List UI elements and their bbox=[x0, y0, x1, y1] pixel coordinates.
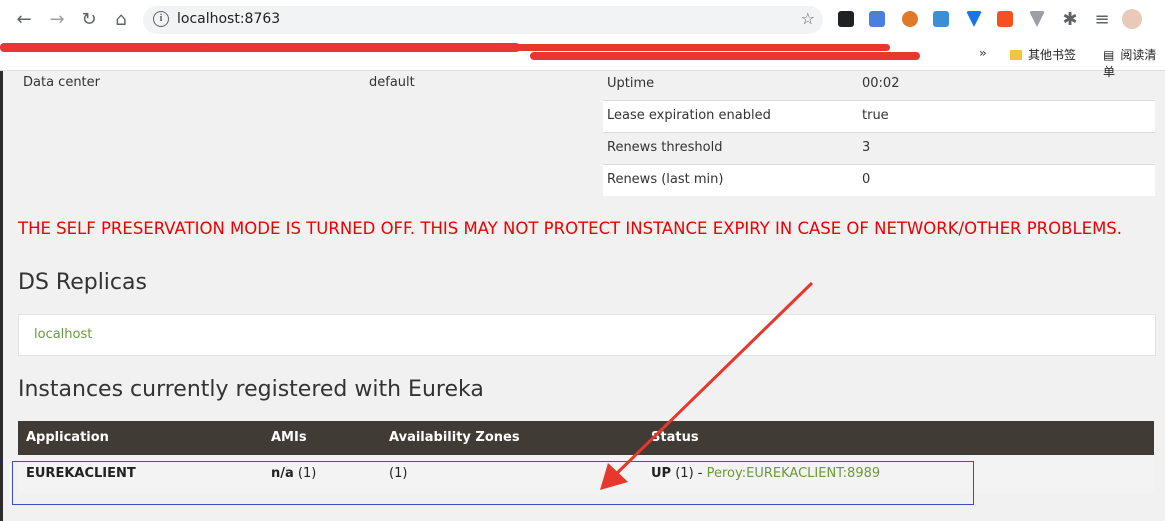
annotation-arrow bbox=[600, 281, 814, 490]
annotation-arrow-shaft bbox=[610, 281, 814, 480]
